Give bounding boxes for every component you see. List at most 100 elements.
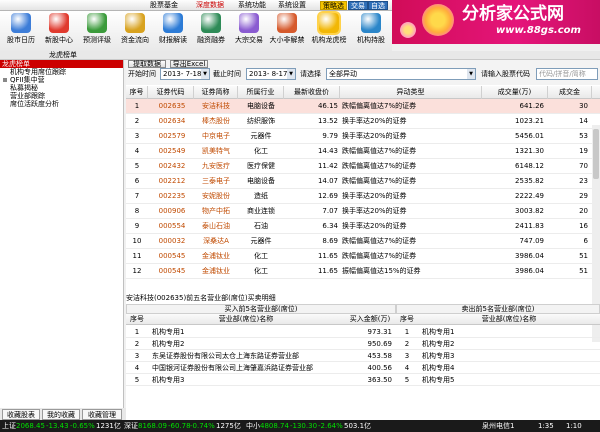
toolbar-label: 财报解读	[159, 36, 187, 44]
table-row[interactable]: 5 002432 九安医疗 医疗保健 11.42 跌幅偏离值达7%的证券 6148.12 70	[126, 159, 600, 174]
cell-name: 金浦钛业	[202, 267, 230, 275]
export-excel-button[interactable]: 导出Excel	[170, 60, 208, 68]
table-row[interactable]: 1 002635 安洁科技 电脑设备 46.15 跌幅偏离值达7%的证券 641.26 30	[126, 99, 600, 114]
cell-close: 11.65	[317, 267, 338, 275]
tree-item-institution-seat[interactable]: 机构专用席位跟踪	[0, 68, 123, 76]
tree-item-label: 席位活跃度分析	[10, 100, 59, 108]
toolbar-margin-button[interactable]: 融资融券	[192, 13, 230, 50]
detail-panel: 安洁科技(002635)前五名营业部(席位)买卖明细 买入前5名营业部(席位) …	[126, 292, 600, 420]
sell-cell-branch: 机构专用1	[422, 328, 455, 336]
toolbar-money-flow-button[interactable]: 资金流向	[116, 13, 154, 50]
col-header-index[interactable]: 序号	[126, 86, 148, 99]
toolbar-holding-button[interactable]: 机构持股	[352, 13, 390, 50]
table-row[interactable]: 12 000545 金浦钛业 化工 11.65 振幅偏离值达15%的证券 3986.04 51	[126, 264, 600, 279]
tree-item-qfii[interactable]: QFII集中营	[0, 76, 123, 84]
cell-index: 4	[134, 147, 140, 155]
cell-index: 5	[134, 162, 140, 170]
toolbar-new-stock-button[interactable]: 新股中心	[40, 13, 78, 50]
col-header-industry[interactable]: 所属行业	[238, 86, 284, 99]
toolbar-unlock-button[interactable]: 大小非解禁	[268, 13, 306, 50]
buy-cell-branch: 中国银河证券股份有限公司上海肇嘉浜路证券营业部	[152, 364, 313, 372]
toolbar-dragon-tiger-button[interactable]: 机构龙虎榜	[310, 13, 348, 50]
end-date-picker[interactable]: 2013- 8-17 ▼	[246, 68, 296, 80]
sh-index-change: -13.43	[46, 422, 69, 430]
cell-industry: 化工	[254, 267, 268, 275]
mode-trade[interactable]: 交易	[348, 1, 368, 10]
table-row[interactable]: 7 002235 安妮股份 造纸 12.69 换手率达20%的证券 2222.49 29	[126, 189, 600, 204]
start-date-picker[interactable]: 2013- 7-18 ▼	[160, 68, 210, 80]
table-row[interactable]: 3 002579 中京电子 元器件 9.79 换手率达20%的证券 5456.01 53	[126, 129, 600, 144]
cell-close: 46.15	[317, 102, 338, 110]
menu-item-system-settings[interactable]: 系统设置	[278, 1, 306, 10]
server-name[interactable]: 泉州电信1	[482, 420, 514, 432]
cell-amount: 20	[579, 207, 588, 215]
menu-item-stock-fund[interactable]: 股票基金	[150, 1, 178, 10]
cell-close: 13.52	[317, 117, 338, 125]
detail-row[interactable]: 4 中国银河证券股份有限公司上海肇嘉浜路证券营业部 400.56 4 机构专用4	[126, 362, 600, 374]
menu-item-system-function[interactable]: 系统功能	[238, 1, 266, 10]
table-row[interactable]: 11 000545 金浦钛业 化工 11.65 跌幅偏离值达7%的证券 3986.04 51	[126, 249, 600, 264]
tree-item-dragon-tiger[interactable]: 龙虎榜单	[0, 60, 123, 68]
tree-item-branch-tracking[interactable]: 营业部跟踪	[0, 92, 123, 100]
status-extra: 1:10	[566, 422, 582, 430]
detail-row[interactable]: 3 东吴证券股份有限公司太仓上海东路证券营业部 453.58 3 机构专用3	[126, 350, 600, 362]
detail-row[interactable]: 5 机构专用3 363.50 5 机构专用5	[126, 374, 600, 386]
buy-cell-index: 4	[134, 364, 140, 372]
cell-name: 安洁科技	[202, 102, 230, 110]
col-header-volume[interactable]: 成交量(万)	[482, 86, 548, 99]
cell-amount: 16	[579, 222, 588, 230]
toolbar-label: 新股中心	[45, 36, 73, 44]
cell-volume: 1023.21	[515, 117, 544, 125]
fetch-data-button[interactable]: 提取数据	[128, 60, 166, 68]
tree-item-seat-activity[interactable]: 席位活跃度分析	[0, 100, 123, 108]
col-header-code[interactable]: 证券代码	[148, 86, 194, 99]
mode-watchlist[interactable]: 自选	[368, 1, 388, 10]
tab-favorites-list[interactable]: 收藏股表	[2, 409, 40, 420]
toolbar-label: 融资融券	[197, 36, 225, 44]
cell-index: 3	[134, 132, 140, 140]
cell-index: 6	[134, 177, 140, 185]
toolbar-label: 预测评级	[83, 36, 111, 44]
scrollbar-thumb[interactable]	[593, 129, 599, 179]
table-header: 序号 证券代码 证券简称 所属行业 最新收盘价 异动类型 成交量(万) 成交金	[126, 86, 600, 99]
flower-small-icon	[400, 22, 416, 38]
toolbar-report-button[interactable]: 财报解读	[154, 13, 192, 50]
cell-close: 14.43	[317, 147, 338, 155]
sell-cell-branch: 机构专用2	[422, 340, 455, 348]
tab-my-favorites[interactable]: 我的收藏	[42, 409, 80, 420]
menu-item-deep-data[interactable]: 深度数据	[196, 1, 224, 10]
stock-code-input[interactable]: 代码/拼音/简称	[536, 68, 598, 80]
table-row[interactable]: 2 002634 棒杰股份 纺织服饰 13.52 换手率达20%的证券 1023.21 14	[126, 114, 600, 129]
table-row[interactable]: 9 000554 泰山石油 石油 6.34 换手率达20%的证券 2411.83 16	[126, 219, 600, 234]
tab-favorites-manage[interactable]: 收藏管理	[82, 409, 122, 420]
cell-close: 11.65	[317, 252, 338, 260]
cell-volume: 3986.04	[515, 252, 544, 260]
cell-volume: 2411.83	[515, 222, 544, 230]
toolbar-calendar-button[interactable]: 股市日历	[2, 13, 40, 50]
toolbar-rating-button[interactable]: 预测评级	[78, 13, 116, 50]
mode-strategy[interactable]: 策略选	[320, 1, 347, 10]
col-header-type[interactable]: 异动类型	[340, 86, 482, 99]
sell-cell-index: 5	[404, 376, 410, 384]
tree-item-private-fund[interactable]: 私募揭秘	[0, 84, 123, 92]
chevron-down-icon: ▼	[287, 69, 295, 79]
type-select-value: 全部异动	[329, 70, 357, 78]
detail-row[interactable]: 1 机构专用1 973.31 1 机构专用1	[126, 326, 600, 338]
col-header-close[interactable]: 最新收盘价	[284, 86, 340, 99]
buy-cell-branch: 机构专用2	[152, 340, 185, 348]
cell-amount: 19	[579, 147, 588, 155]
col-header-name[interactable]: 证券简称	[194, 86, 238, 99]
flower-icon	[422, 4, 454, 36]
detail-row[interactable]: 2 机构专用2 950.69 2 机构专用2	[126, 338, 600, 350]
cell-type: 跌幅偏离值达7%的证券	[342, 237, 417, 245]
cell-code: 000032	[158, 237, 186, 245]
toolbar-block-trade-button[interactable]: 大宗交易	[230, 13, 268, 50]
table-row[interactable]: 10 000032 深桑达A 元器件 8.69 跌幅偏离值达7%的证券 747.09 6	[126, 234, 600, 249]
type-select[interactable]: 全部异动 ▼	[326, 68, 476, 80]
sell-top5-title: 卖出前5名营业部(席位)	[396, 304, 600, 314]
buy-cell-amount: 950.69	[367, 340, 393, 348]
table-row[interactable]: 8 000906 物产中拓 商业连锁 7.07 换手率达20%的证券 3003.82 20	[126, 204, 600, 219]
col-header-amount[interactable]: 成交金	[548, 86, 592, 99]
table-row[interactable]: 6 002212 三泰电子 电脑设备 14.07 跌幅偏离值达7%的证券 2535.82 23	[126, 174, 600, 189]
table-row[interactable]: 4 002549 凯美特气 化工 14.43 跌幅偏离值达7%的证券 1321.30 19	[126, 144, 600, 159]
